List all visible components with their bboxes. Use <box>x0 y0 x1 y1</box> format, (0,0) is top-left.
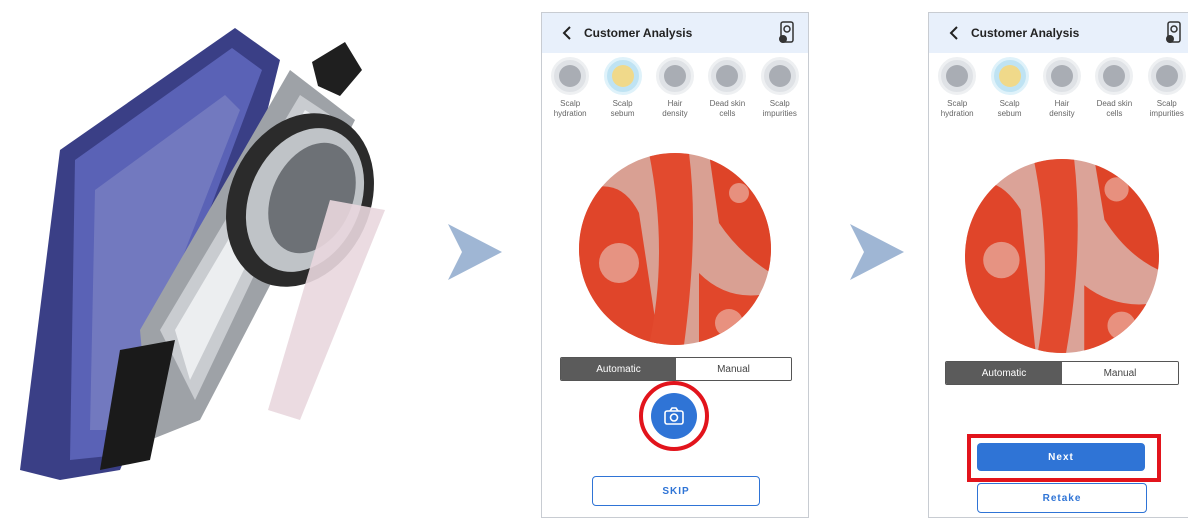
scalp-hydration-icon <box>559 65 582 87</box>
scalp-sample-image <box>579 153 771 345</box>
tab-dead-skin-cells[interactable]: Dead skin cells <box>702 57 752 139</box>
tab-label: Dead skin cells <box>709 99 746 118</box>
back-arrow-icon[interactable] <box>939 13 969 53</box>
tab-scalp-sebum[interactable]: Scalp sebum <box>598 57 648 139</box>
dead-skin-cells-icon <box>1103 65 1126 87</box>
tab-label: Hair density <box>1049 99 1075 118</box>
mode-toggle: Automatic Manual <box>560 357 792 381</box>
hair-density-icon <box>663 65 686 87</box>
tab-label: Scalp sebum <box>610 99 635 118</box>
flow-arrow-icon <box>446 222 504 282</box>
flow-arrow-icon <box>848 222 906 282</box>
page-title: Customer Analysis <box>584 26 693 40</box>
device-settings-icon[interactable] <box>778 21 796 45</box>
tab-label: Scalp hydration <box>940 99 974 118</box>
mode-manual[interactable]: Manual <box>676 358 791 380</box>
tab-label: Dead skin cells <box>1096 99 1133 118</box>
tab-scalp-impurities[interactable]: Scalp impurities <box>1142 57 1188 139</box>
mode-automatic[interactable]: Automatic <box>561 358 676 380</box>
tab-label: Hair density <box>662 99 688 118</box>
mode-manual[interactable]: Manual <box>1062 362 1178 384</box>
scalp-analyzer-device-photo <box>0 0 420 514</box>
next-button[interactable]: Next <box>977 443 1145 471</box>
tab-scalp-sebum[interactable]: Scalp sebum <box>985 57 1035 139</box>
tab-hair-density[interactable]: Hair density <box>650 57 700 139</box>
tab-scalp-hydration[interactable]: Scalp hydration <box>932 57 982 139</box>
tab-scalp-impurities[interactable]: Scalp impurities <box>755 57 805 139</box>
tab-hair-density[interactable]: Hair density <box>1037 57 1087 139</box>
scalp-sebum-icon <box>611 65 634 87</box>
skip-button[interactable]: SKIP <box>592 476 760 506</box>
scalp-sample-image <box>965 159 1159 353</box>
tab-scalp-hydration[interactable]: Scalp hydration <box>545 57 595 139</box>
scalp-hydration-icon <box>946 65 969 87</box>
analysis-screen-result: Customer Analysis Scalp hydration Scalp … <box>928 12 1188 518</box>
analysis-category-tabs: Scalp hydration Scalp sebum Hair density… <box>929 53 1188 139</box>
capture-button[interactable] <box>651 393 697 439</box>
tab-label: Scalp hydration <box>553 99 587 118</box>
back-arrow-icon[interactable] <box>552 13 582 53</box>
tab-dead-skin-cells[interactable]: Dead skin cells <box>1089 57 1139 139</box>
device-settings-icon[interactable] <box>1165 21 1183 45</box>
retake-button[interactable]: Retake <box>977 483 1147 513</box>
mode-automatic[interactable]: Automatic <box>946 362 1062 384</box>
app-bar: Customer Analysis <box>542 13 808 53</box>
app-bar: Customer Analysis <box>929 13 1188 53</box>
page-title: Customer Analysis <box>971 26 1080 40</box>
scalp-impurities-icon <box>1155 65 1178 87</box>
tab-label: Scalp impurities <box>1149 99 1184 118</box>
mode-toggle: Automatic Manual <box>945 361 1179 385</box>
hair-density-icon <box>1050 65 1073 87</box>
tab-label: Scalp impurities <box>762 99 797 118</box>
dead-skin-cells-icon <box>716 65 739 87</box>
scalp-sebum-icon <box>998 65 1021 87</box>
tab-label: Scalp sebum <box>997 99 1022 118</box>
scalp-impurities-icon <box>768 65 791 87</box>
camera-icon <box>664 407 684 425</box>
analysis-screen-capture: Customer Analysis Scalp hydration Scalp … <box>541 12 809 518</box>
analysis-category-tabs: Scalp hydration Scalp sebum Hair density… <box>542 53 808 139</box>
